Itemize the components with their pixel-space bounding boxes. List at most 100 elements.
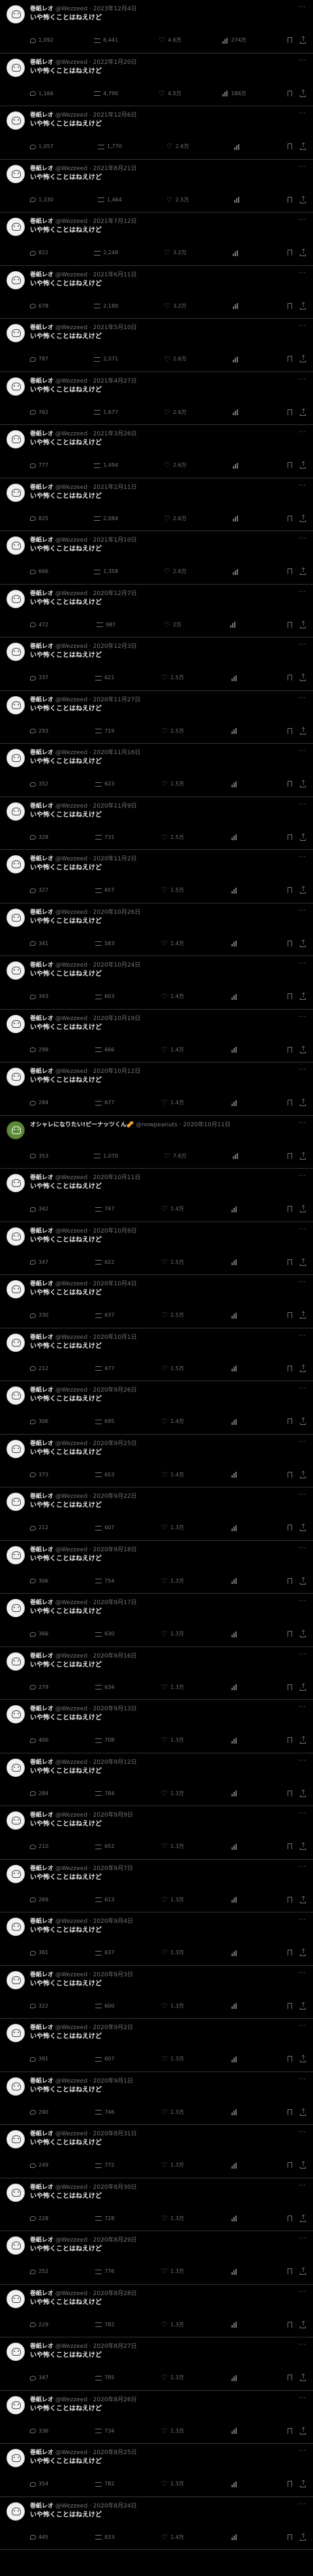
like-button[interactable]: 4.5万	[158, 89, 181, 98]
more-options-icon[interactable]: ···	[298, 1385, 306, 1392]
avatar[interactable]	[7, 1068, 25, 1086]
share-button[interactable]	[299, 1416, 306, 1426]
tweet-item[interactable]: 巻紙レオ @Wezzeed · 2021年7月12日 ··· いや怖くことはねえけど…	[0, 212, 313, 266]
share-button[interactable]	[299, 566, 306, 576]
reply-button[interactable]: 306	[30, 1577, 48, 1586]
tweet-item[interactable]: 巻紙レオ @Wezzeed · 2020年10月19日 ··· いや怖くことはねえけ…	[0, 1010, 313, 1062]
author-name[interactable]: 巻紙レオ	[30, 1493, 53, 1500]
tweet-item[interactable]: 巻紙レオ @Wezzeed · 2020年9月3日 ··· いや怖くことはねえけど 3…	[0, 1966, 313, 2019]
retweet-button[interactable]: 677	[95, 1098, 114, 1107]
reply-button[interactable]: 328	[30, 833, 48, 842]
author-handle[interactable]: @Wezzeed	[55, 750, 87, 756]
retweet-button[interactable]: 782	[95, 2480, 114, 2489]
retweet-button[interactable]: 621	[95, 673, 114, 682]
author-name[interactable]: 巻紙レオ	[30, 643, 53, 650]
like-button[interactable]: 1.5万	[161, 833, 184, 842]
like-button[interactable]: 1.4万	[161, 1471, 184, 1480]
more-options-icon[interactable]: ···	[298, 2395, 306, 2402]
tweet-item[interactable]: 巻紙レオ @Wezzeed · 2021年6月11日 ··· いや怖くことはねえけど…	[0, 266, 313, 319]
author-handle[interactable]: @Wezzeed	[55, 1493, 87, 1500]
tweet-date[interactable]: 2021年6月11日	[93, 272, 137, 278]
retweet-button[interactable]: 637	[95, 1948, 114, 1957]
share-button[interactable]	[299, 939, 306, 948]
avatar[interactable]	[7, 2236, 25, 2255]
avatar[interactable]	[7, 1386, 25, 1405]
avatar[interactable]	[7, 1439, 25, 1458]
tweet-item[interactable]: 巻紙レオ @Wezzeed · 2020年12月3日 ··· いや怖くことはねえけど…	[0, 637, 313, 691]
author-name[interactable]: 巻紙レオ	[30, 856, 53, 862]
like-button[interactable]: 1.4万	[161, 992, 184, 1001]
more-options-icon[interactable]: ···	[298, 1226, 306, 1233]
bookmark-button[interactable]	[287, 1684, 293, 1691]
more-options-icon[interactable]: ···	[298, 1120, 306, 1127]
reply-button[interactable]: 341	[30, 939, 48, 948]
like-button[interactable]: 4.6万	[158, 36, 181, 45]
avatar[interactable]	[7, 377, 25, 396]
tweet-item[interactable]: 巻紙レオ @Wezzeed · 2022年1月20日 ··· いや怖くことはねえけど…	[0, 53, 313, 106]
views-button[interactable]	[231, 2533, 240, 2542]
tweet-item[interactable]: 巻紙レオ @Wezzeed · 2020年10月11日 ··· いや怖くことはねえけ…	[0, 1169, 313, 1222]
author-name[interactable]: 巻紙レオ	[30, 218, 53, 225]
like-button[interactable]: 1.4万	[161, 1046, 184, 1055]
reply-button[interactable]: 825	[30, 514, 48, 523]
reply-button[interactable]: 1,057	[30, 142, 53, 151]
more-options-icon[interactable]: ···	[298, 429, 306, 436]
tweet-date[interactable]: 2023年12月4日	[93, 6, 137, 12]
retweet-button[interactable]: 782	[95, 2320, 114, 2330]
retweet-button[interactable]: 1,494	[94, 461, 118, 470]
author-name[interactable]: 巻紙レオ	[30, 431, 53, 437]
author-handle[interactable]: @Wezzeed	[55, 1600, 87, 1606]
avatar[interactable]	[7, 271, 25, 289]
avatar[interactable]	[7, 1970, 25, 1989]
share-button[interactable]	[299, 35, 306, 44]
tweet-item[interactable]: 巻紙レオ @Wezzeed · 2020年11月2日 ··· いや怖くことはねえけど…	[0, 850, 313, 903]
bookmark-button[interactable]	[287, 1152, 293, 1160]
share-button[interactable]	[299, 89, 306, 98]
like-button[interactable]: 1.3万	[161, 1683, 184, 1692]
avatar[interactable]	[7, 2289, 25, 2308]
tweet-item[interactable]: 巻紙レオ @Wezzeed · 2020年11月27日 ··· いや怖くことはねえけ…	[0, 691, 313, 744]
tweet-item[interactable]: 巻紙レオ @Wezzeed · 2020年9月17日 ··· いや怖くことはねえけど…	[0, 1594, 313, 1647]
author-handle[interactable]: @Wezzeed	[55, 484, 87, 491]
reply-button[interactable]: 1,092	[30, 36, 53, 45]
bookmark-button[interactable]	[287, 2481, 293, 2487]
retweet-button[interactable]: 754	[95, 1577, 114, 1586]
more-options-icon[interactable]: ···	[298, 535, 306, 542]
views-button[interactable]	[231, 886, 240, 895]
avatar[interactable]	[7, 2130, 25, 2148]
author-handle[interactable]: @Wezzeed	[55, 431, 87, 437]
retweet-button[interactable]: 666	[95, 1046, 114, 1055]
views-button[interactable]	[231, 1523, 240, 1532]
author-name[interactable]: オシャレになりたい!ピーナッツくん🥜	[30, 1122, 134, 1128]
retweet-button[interactable]: 734	[95, 2427, 114, 2436]
retweet-button[interactable]: 772	[95, 2161, 114, 2170]
tweet-date[interactable]: 2020年9月9日	[93, 1812, 133, 1819]
reply-button[interactable]: 212	[30, 1364, 48, 1373]
more-options-icon[interactable]: ···	[298, 1066, 306, 1074]
tweet-date[interactable]: 2020年9月16日	[93, 1653, 137, 1660]
avatar[interactable]	[7, 2183, 25, 2202]
author-handle[interactable]: @Wezzeed	[55, 2343, 87, 2350]
tweet-item[interactable]: 巻紙レオ @Wezzeed · 2020年10月4日 ··· いや怖くことはねえけど…	[0, 1275, 313, 1328]
bookmark-button[interactable]	[287, 1471, 293, 1478]
author-name[interactable]: 巻紙レオ	[30, 6, 53, 12]
retweet-button[interactable]: 731	[95, 833, 114, 842]
more-options-icon[interactable]: ···	[298, 1545, 306, 1552]
avatar[interactable]	[7, 855, 25, 873]
author-handle[interactable]: @Wezzeed	[55, 1759, 87, 1766]
views-button[interactable]	[231, 1683, 240, 1692]
more-options-icon[interactable]: ···	[298, 1332, 306, 1339]
retweet-button[interactable]: 728	[95, 2214, 114, 2223]
tweet-date[interactable]: 2020年8月27日	[93, 2343, 137, 2350]
bookmark-button[interactable]	[287, 515, 293, 522]
retweet-button[interactable]: 6,441	[94, 36, 118, 45]
like-button[interactable]: 1.3万	[161, 2214, 184, 2223]
share-button[interactable]	[299, 1098, 306, 1107]
tweet-item[interactable]: 巻紙レオ @Wezzeed · 2020年9月16日 ··· いや怖くことはねえけど…	[0, 1647, 313, 1700]
author-name[interactable]: 巻紙レオ	[30, 1812, 53, 1819]
tweet-date[interactable]: 2020年10月26日	[93, 909, 141, 916]
like-button[interactable]: 1.5万	[161, 1258, 184, 1267]
more-options-icon[interactable]: ···	[298, 482, 306, 490]
tweet-date[interactable]: 2020年11月16日	[93, 750, 141, 756]
reply-button[interactable]: 322	[30, 2002, 48, 2011]
